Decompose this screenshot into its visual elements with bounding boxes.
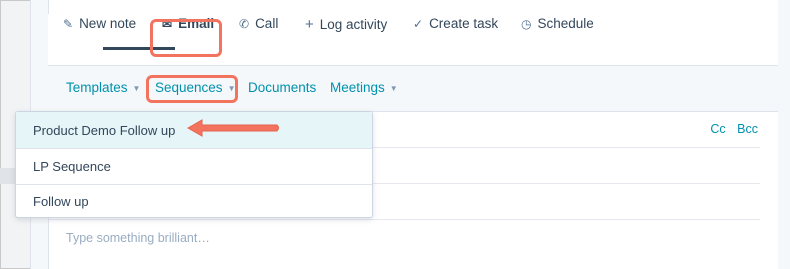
templates-label: Templates <box>66 80 128 95</box>
pencil-icon: ✎ <box>63 16 74 31</box>
tab-call[interactable]: ✆ Call <box>239 16 278 31</box>
chevron-down-icon: ▼ <box>389 84 398 93</box>
phone-icon: ✆ <box>239 16 250 31</box>
side-strip <box>0 168 15 184</box>
documents-label: Documents <box>248 80 317 95</box>
meetings-label: Meetings <box>330 80 385 95</box>
sequences-highlight-box <box>146 75 238 103</box>
documents-menu[interactable]: Documents <box>248 80 316 95</box>
chevron-down-icon: ▼ <box>132 84 141 93</box>
cc-link[interactable]: Cc <box>710 122 725 136</box>
tab-label: Call <box>255 16 279 31</box>
field-divider <box>48 219 760 220</box>
dropdown-item-follow-up[interactable]: Follow up <box>16 183 372 219</box>
dropdown-item-lp-sequence[interactable]: LP Sequence <box>16 148 372 184</box>
tab-log-activity[interactable]: + Log activity <box>305 16 387 33</box>
plus-icon: + <box>305 16 314 33</box>
check-circle-icon: ✓ <box>413 16 424 31</box>
callout-arrow-icon <box>186 119 279 137</box>
tab-label: Create task <box>429 16 499 31</box>
tab-schedule[interactable]: ◷ Schedule <box>521 16 594 31</box>
templates-menu[interactable]: Templates ▼ <box>66 80 140 95</box>
bcc-link[interactable]: Bcc <box>737 122 758 136</box>
clock-icon: ◷ <box>521 16 532 31</box>
tab-label: Schedule <box>537 16 594 31</box>
email-body-input[interactable]: Type something brilliant… <box>66 231 210 245</box>
meetings-menu[interactable]: Meetings ▼ <box>330 80 398 95</box>
tab-create-task[interactable]: ✓ Create task <box>413 16 498 31</box>
tab-new-note[interactable]: ✎ New note <box>63 16 136 31</box>
tab-label: Log activity <box>319 17 388 32</box>
email-highlight-box <box>150 19 222 57</box>
tab-label: New note <box>79 16 137 31</box>
cc-bcc-links: Cc Bcc <box>710 122 758 136</box>
